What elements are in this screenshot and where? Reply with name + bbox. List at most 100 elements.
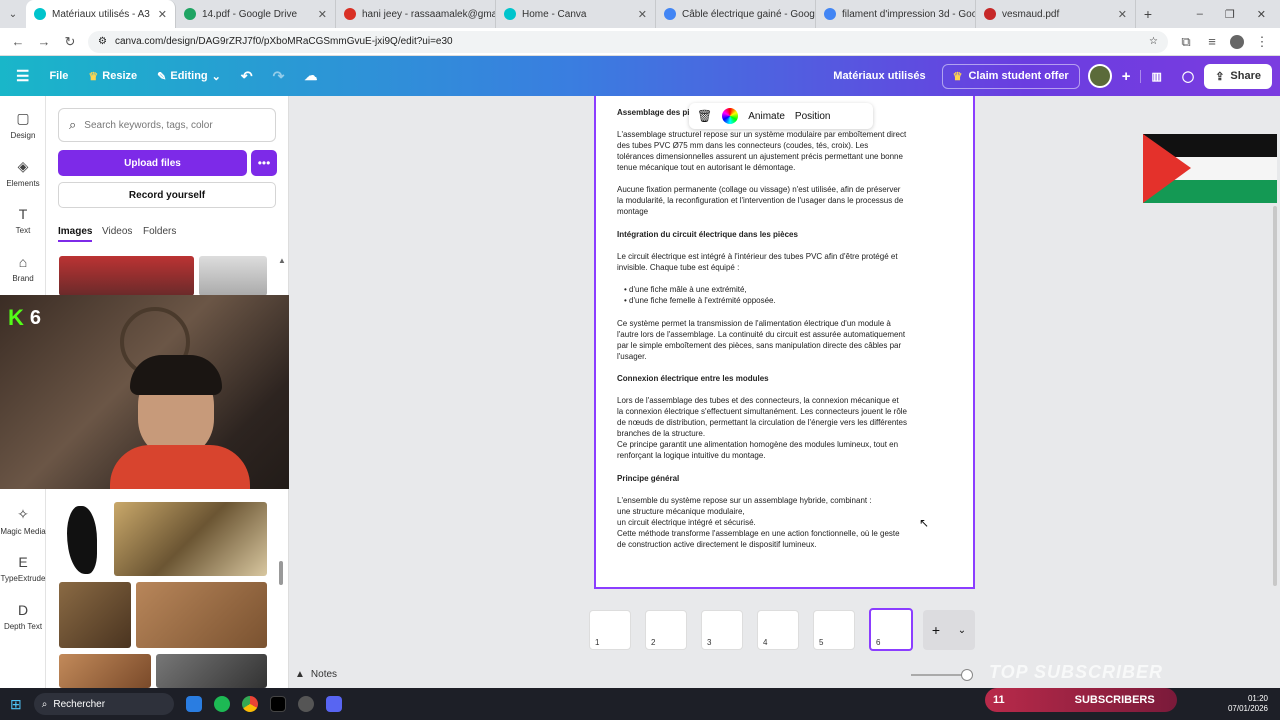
add-collaborator-icon[interactable]: + xyxy=(1112,68,1141,85)
upload-files-button[interactable]: Upload files xyxy=(58,150,247,176)
add-page-button[interactable]: + ⌄ xyxy=(923,610,975,650)
paragraph[interactable]: L'ensemble du système repose sur un asse… xyxy=(617,495,907,506)
minimize-icon[interactable]: – xyxy=(1197,8,1203,21)
paragraph[interactable]: une structure mécanique modulaire, xyxy=(617,506,907,517)
back-icon[interactable]: ← xyxy=(10,34,26,49)
tab-list-icon[interactable]: ⌄ xyxy=(0,9,26,20)
discord-icon[interactable] xyxy=(325,696,342,712)
page-thumbnail[interactable]: 5 xyxy=(813,610,855,650)
scroll-up-icon[interactable]: ▲ xyxy=(278,256,286,270)
maximize-icon[interactable]: ❐ xyxy=(1225,8,1235,21)
edge-icon[interactable] xyxy=(185,696,202,712)
comments-icon[interactable]: ◯ xyxy=(1172,70,1204,83)
extensions-icon[interactable]: ⧉ xyxy=(1178,34,1194,50)
app-icon[interactable] xyxy=(297,696,314,712)
new-tab-icon[interactable]: + xyxy=(1136,6,1160,22)
claim-offer-button[interactable]: ♛ Claim student offer xyxy=(941,63,1080,89)
record-yourself-button[interactable]: Record yourself xyxy=(58,182,276,208)
resize-button[interactable]: ♛ Resize xyxy=(78,70,147,83)
rail-brand[interactable]: ⌂ Brand xyxy=(0,254,46,283)
page-thumbnail[interactable]: 4 xyxy=(757,610,799,650)
system-clock[interactable]: 01:20 07/01/2026 xyxy=(1228,694,1268,714)
redo-icon[interactable]: ↷ xyxy=(263,68,295,85)
paragraph[interactable]: Le circuit électrique est intégré à l'in… xyxy=(617,251,907,273)
tab-videos[interactable]: Videos xyxy=(102,226,132,237)
browser-tab[interactable]: 14.pdf - Google Drive ✕ xyxy=(176,0,336,28)
spotify-icon[interactable] xyxy=(213,696,230,712)
paragraph[interactable]: Ce principe garantit une alimentation ho… xyxy=(617,439,907,461)
rail-depth-text[interactable]: D Depth Text xyxy=(0,602,46,631)
media-icon[interactable]: ≡ xyxy=(1204,34,1220,49)
page-thumbnail[interactable]: 1 xyxy=(589,610,631,650)
browser-tab[interactable]: vesmaud.pdf ✕ xyxy=(976,0,1136,28)
user-avatar[interactable] xyxy=(1087,64,1112,88)
bullet-item[interactable]: • d'une fiche mâle à une extrémité, xyxy=(624,284,914,295)
profile-avatar[interactable] xyxy=(1230,34,1244,49)
heading-integration[interactable]: Intégration du circuit électrique dans l… xyxy=(617,229,907,240)
editing-mode-button[interactable]: ✎ Editing ⌄ xyxy=(147,70,231,83)
heading-principe[interactable]: Principe général xyxy=(617,473,907,484)
tiktok-icon[interactable] xyxy=(269,696,286,712)
image-thumbnail[interactable] xyxy=(59,582,131,648)
paragraph[interactable]: Aucune fixation permanente (collage ou v… xyxy=(617,184,907,217)
image-thumbnail[interactable] xyxy=(199,256,267,296)
file-menu[interactable]: File xyxy=(39,70,78,82)
site-info-icon[interactable]: ⚙ xyxy=(98,36,107,47)
browser-menu-icon[interactable]: ⋮ xyxy=(1254,34,1270,50)
rail-design[interactable]: ▢ Design xyxy=(0,110,46,140)
url-field[interactable]: ⚙ canva.com/design/DAG9rZRJ7f0/pXboMRaCG… xyxy=(88,30,1168,53)
page-thumbnail[interactable]: 3 xyxy=(701,610,743,650)
rail-text[interactable]: T Text xyxy=(0,206,46,235)
animate-button[interactable]: Animate xyxy=(748,111,785,122)
more-options-icon[interactable]: ••• xyxy=(251,150,277,176)
taskbar-search[interactable]: ⌕ Rechercher xyxy=(33,693,174,715)
insights-chart-icon[interactable]: ▥ xyxy=(1140,69,1171,83)
image-thumbnail[interactable] xyxy=(136,582,267,648)
close-tab-icon[interactable]: ✕ xyxy=(158,8,167,21)
bookmark-star-icon[interactable]: ☆ xyxy=(1149,36,1158,47)
image-thumbnail[interactable] xyxy=(59,654,151,688)
browser-tab-active[interactable]: Matériaux utilisés - A3 ✕ xyxy=(26,0,176,28)
image-thumbnail[interactable] xyxy=(114,502,267,576)
browser-tab[interactable]: Home - Canva ✕ xyxy=(496,0,656,28)
cloud-sync-icon[interactable]: ☁ xyxy=(294,68,327,84)
design-page[interactable]: Assemblage des pièc L'assemblage structu… xyxy=(594,96,975,589)
canvas-scrollbar[interactable] xyxy=(1273,206,1277,586)
page-thumbnail-selected[interactable]: 6 xyxy=(869,608,913,651)
search-input[interactable]: ⌕ Search keywords, tags, color xyxy=(58,108,276,142)
page-thumbnail[interactable]: 2 xyxy=(645,610,687,650)
close-tab-icon[interactable]: ✕ xyxy=(1118,8,1127,21)
share-button[interactable]: ⇪ Share xyxy=(1204,63,1272,89)
paragraph[interactable]: L'assemblage structurel repose sur un sy… xyxy=(617,129,907,173)
paragraph[interactable]: Cette méthode transforme l'assemblage en… xyxy=(617,528,907,550)
close-tab-icon[interactable]: ✕ xyxy=(318,8,327,21)
rail-typeextrude[interactable]: E TypeExtrude xyxy=(0,554,46,583)
forward-icon[interactable]: → xyxy=(36,34,52,49)
paragraph[interactable]: Ce système permet la transmission de l'a… xyxy=(617,318,907,362)
tab-images[interactable]: Images xyxy=(58,226,93,242)
document-title[interactable]: Matériaux utilisés xyxy=(823,70,935,82)
windows-start-icon[interactable]: ⊞ xyxy=(10,696,22,713)
zoom-slider-handle[interactable] xyxy=(961,669,973,681)
paragraph[interactable]: Lors de l'assemblage des tubes et des co… xyxy=(617,395,907,439)
rail-elements[interactable]: ◈ Elements xyxy=(0,158,46,188)
image-thumbnail[interactable] xyxy=(59,502,113,576)
undo-icon[interactable]: ↶ xyxy=(231,68,263,85)
color-picker-icon[interactable] xyxy=(722,108,739,124)
bullet-item[interactable]: • d'une fiche femelle à l'extrémité oppo… xyxy=(624,295,914,306)
notes-button[interactable]: ▲ Notes xyxy=(295,669,337,680)
position-button[interactable]: Position xyxy=(795,111,831,122)
close-window-icon[interactable]: ✕ xyxy=(1257,8,1266,21)
main-menu-icon[interactable]: ☰ xyxy=(0,67,39,85)
trash-icon[interactable]: 🗑 xyxy=(697,109,712,123)
chrome-icon[interactable] xyxy=(241,696,258,712)
paragraph[interactable]: un circuit électrique intégré et sécuris… xyxy=(617,517,907,528)
close-tab-icon[interactable]: ✕ xyxy=(638,8,647,21)
image-thumbnail[interactable] xyxy=(59,256,194,296)
rail-magic-media[interactable]: ✧ Magic Media xyxy=(0,506,46,536)
browser-tab[interactable]: filament d'impression 3d - Goo ✕ xyxy=(816,0,976,28)
tab-folders[interactable]: Folders xyxy=(143,226,176,237)
image-thumbnail[interactable] xyxy=(156,654,267,688)
heading-connexion[interactable]: Connexion électrique entre les modules xyxy=(617,373,907,384)
browser-tab[interactable]: Câble électrique gainé - Google ✕ xyxy=(656,0,816,28)
